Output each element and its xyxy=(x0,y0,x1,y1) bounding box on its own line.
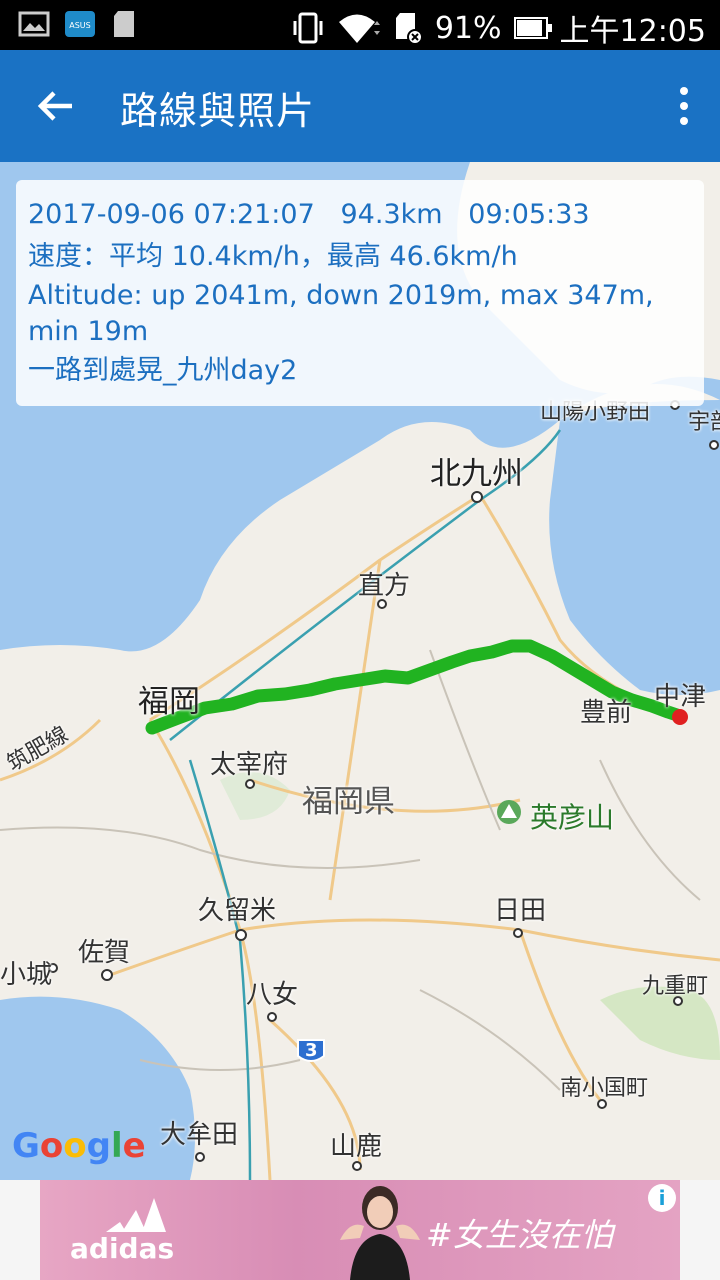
label-kokonoe: 九重町 xyxy=(642,974,709,999)
label-omuta: 大牟田 xyxy=(160,1120,239,1150)
label-minamioguni: 南小国町 xyxy=(560,1076,649,1101)
sd-card-icon xyxy=(114,11,134,37)
label-kitakyushu: 北九州 xyxy=(430,456,523,492)
asus-app-icon: ASUS xyxy=(65,11,95,37)
label-dazaifu: 太宰府 xyxy=(210,750,289,780)
label-hita: 日田 xyxy=(494,896,547,926)
status-bar: ASUS 91% 上午12:05 xyxy=(0,0,720,50)
trip-speed: 速度：平均 10.4km/h，最高 46.6km/h xyxy=(28,241,518,272)
battery-level xyxy=(516,20,542,36)
back-arrow-icon[interactable] xyxy=(34,84,78,128)
battery-percent: 91% xyxy=(434,10,502,46)
ad-brand: adidas xyxy=(70,1232,175,1265)
route-3-shield: 3 xyxy=(305,1040,318,1061)
gallery-icon xyxy=(18,11,50,37)
google-logo-text: Google xyxy=(12,1126,146,1166)
ad-model-image xyxy=(340,1186,420,1280)
label-ogi: 小城 xyxy=(0,960,53,990)
label-yame: 八女 xyxy=(246,980,299,1010)
trip-summary: 2017-09-06 07:21:07 94.3km 09:05:33 xyxy=(28,199,590,230)
svg-text:ASUS: ASUS xyxy=(69,21,90,30)
ad-info-icon[interactable]: i xyxy=(648,1184,676,1212)
label-ube: 宇部 xyxy=(688,410,720,435)
label-nogata: 直方 xyxy=(358,571,411,601)
label-fukuoka: 福岡 xyxy=(138,684,200,720)
adidas-logo-icon xyxy=(106,1198,166,1232)
google-logo: Google xyxy=(12,1126,146,1166)
app-bar: 路線與照片 xyxy=(0,50,720,162)
ad-area: adidas #女生沒在怕 i xyxy=(0,1180,720,1280)
wifi-icon xyxy=(338,14,380,43)
battery-icon xyxy=(513,17,552,39)
label-kurume: 久留米 xyxy=(198,896,277,926)
label-nakatsu: 中津 xyxy=(654,682,707,712)
label-saga: 佐賀 xyxy=(78,938,131,968)
ad-slogan: #女生沒在怕 xyxy=(426,1216,613,1254)
label-hikosan: 英彦山 xyxy=(530,801,615,834)
label-fukuoka-pref: 福岡県 xyxy=(302,784,395,820)
trip-name: 一路到處晃_九州day2 xyxy=(28,355,298,386)
ad-banner[interactable]: adidas #女生沒在怕 xyxy=(40,1180,680,1280)
trip-info-card[interactable]: 2017-09-06 07:21:07 94.3km 09:05:33 速度：平… xyxy=(16,180,704,406)
clock: 上午12:05 xyxy=(559,14,706,49)
sd-card-error-icon xyxy=(395,13,423,45)
label-yamaga: 山鹿 xyxy=(330,1132,383,1162)
page-title: 路線與照片 xyxy=(120,89,316,133)
label-buzen: 豊前 xyxy=(580,698,633,728)
trip-altitude: Altitude: up 2041m, down 2019m, max 347m… xyxy=(28,280,654,347)
overflow-menu-icon[interactable] xyxy=(676,86,692,126)
vibrate-icon xyxy=(293,12,323,44)
